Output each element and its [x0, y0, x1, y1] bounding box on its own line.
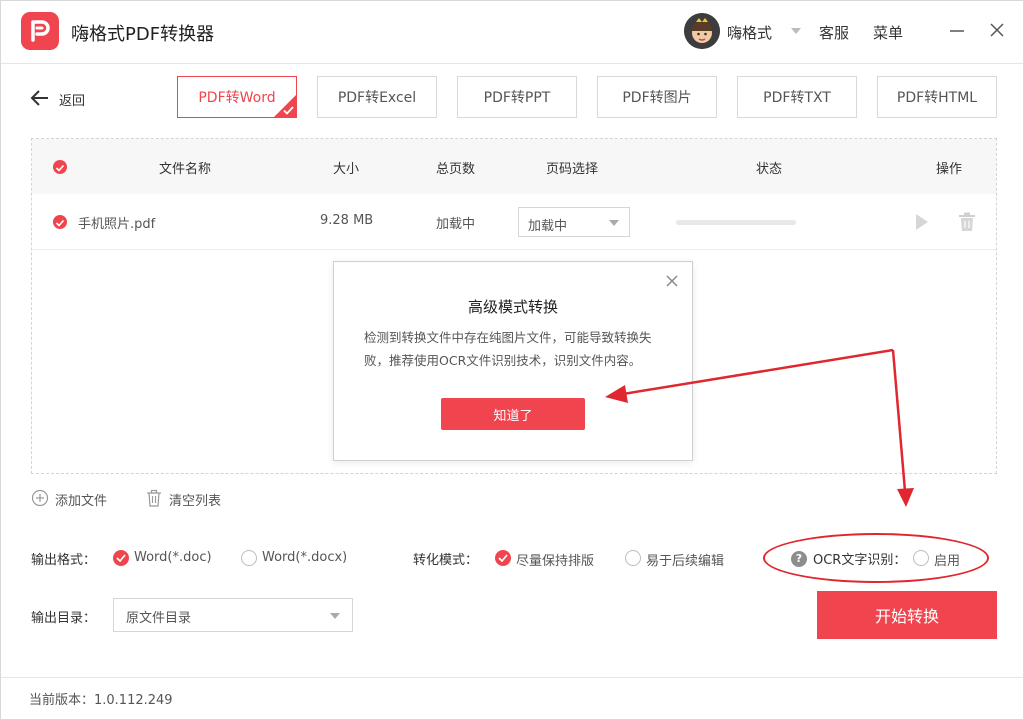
annotation-arrowhead — [897, 488, 914, 507]
tab-label: PDF转TXT — [763, 90, 831, 106]
chevron-down-icon — [330, 613, 340, 619]
output-dir-value: 原文件目录 — [126, 611, 192, 626]
check-icon — [498, 554, 508, 563]
app-logo-icon — [21, 12, 59, 50]
tab-pdf-to-ppt[interactable]: PDF转PPT — [457, 76, 577, 118]
tab-label: PDF转PPT — [483, 90, 551, 106]
output-format-label: 输出格式： — [31, 553, 97, 568]
output-dir-label: 输出目录： — [31, 611, 97, 626]
page-range-select[interactable]: 加载中 — [518, 207, 630, 237]
plus-circle-icon — [31, 489, 49, 507]
advanced-mode-dialog: 高级模式转换 检测到转换文件中存在纯图片文件，可能导致转换失败，推荐使用OCR文… — [333, 261, 693, 461]
conversion-progress-bar — [676, 220, 796, 225]
tab-label: PDF转图片 — [622, 90, 692, 106]
user-name[interactable]: 嗨格式 — [727, 22, 772, 43]
tab-pdf-to-excel[interactable]: PDF转Excel — [317, 76, 437, 118]
service-link[interactable]: 客服 — [819, 22, 849, 43]
table-row: 手机照片.pdf 9.28 MB 加载中 加载中 — [32, 194, 996, 250]
trash-icon — [147, 489, 161, 507]
column-header-name: 文件名称 — [159, 162, 212, 177]
tab-pdf-to-txt[interactable]: PDF转TXT — [737, 76, 857, 118]
close-icon — [990, 23, 1004, 37]
dialog-title: 高级模式转换 — [467, 298, 558, 316]
select-all-checkbox[interactable] — [53, 160, 67, 174]
conversion-mode-label: 转化模式： — [413, 553, 479, 568]
column-header-status: 状态 — [756, 162, 783, 177]
tab-pdf-to-html[interactable]: PDF转HTML — [877, 76, 997, 118]
check-icon — [116, 554, 126, 563]
app-window: 嗨格式PDF转换器 嗨格式 客服 菜单 返回 PDF转Word PDF转Exce… — [0, 0, 1024, 720]
format-doc-radio[interactable] — [113, 550, 129, 566]
title-bar: 嗨格式PDF转换器 嗨格式 客服 菜单 — [1, 1, 1023, 63]
mode-keep-layout-label[interactable]: 尽量保持排版 — [516, 550, 594, 569]
column-header-page-select: 页码选择 — [546, 162, 599, 177]
trash-icon[interactable] — [958, 212, 976, 232]
table-header: 文件名称 大小 总页数 页码选择 状态 操作 — [32, 139, 996, 194]
page-count: 加载中 — [436, 217, 476, 232]
annotation-highlight-ellipse — [763, 533, 989, 583]
column-header-pages: 总页数 — [436, 162, 476, 177]
app-title: 嗨格式PDF转换器 — [71, 24, 215, 45]
avatar[interactable] — [684, 13, 720, 49]
close-window-button[interactable] — [982, 15, 1012, 45]
tab-pdf-to-word[interactable]: PDF转Word — [177, 76, 297, 118]
add-file-label: 添加文件 — [55, 494, 108, 509]
format-docx-radio[interactable] — [241, 550, 257, 566]
divider — [1, 677, 1023, 678]
check-icon — [55, 219, 65, 227]
page-range-value: 加载中 — [528, 219, 568, 234]
divider — [1, 63, 1023, 64]
back-label: 返回 — [59, 94, 86, 109]
minimize-button[interactable] — [942, 15, 972, 45]
tab-label: PDF转Excel — [337, 90, 417, 106]
check-icon — [283, 106, 294, 115]
tab-label: PDF转HTML — [896, 90, 978, 106]
output-dir-select[interactable]: 原文件目录 — [113, 598, 353, 632]
tab-pdf-to-image[interactable]: PDF转图片 — [597, 76, 717, 118]
mode-keep-layout-radio[interactable] — [495, 550, 511, 566]
tab-label: PDF转Word — [198, 90, 276, 106]
row-checkbox[interactable] — [53, 215, 67, 229]
user-menu-caret-icon[interactable] — [791, 28, 801, 34]
chevron-down-icon — [609, 220, 619, 226]
file-size: 9.28 MB — [320, 213, 374, 228]
minimize-icon — [950, 30, 964, 32]
clear-list-label: 清空列表 — [169, 494, 222, 509]
file-name: 手机照片.pdf — [78, 217, 156, 232]
check-icon — [55, 164, 65, 172]
mode-easy-edit-label[interactable]: 易于后续编辑 — [646, 550, 724, 569]
column-header-size: 大小 — [333, 162, 360, 177]
close-icon[interactable] — [664, 273, 680, 289]
dialog-ok-button[interactable]: 知道了 — [441, 398, 585, 430]
column-header-actions: 操作 — [936, 162, 963, 177]
play-icon[interactable] — [914, 212, 930, 232]
arrow-left-icon — [30, 90, 48, 106]
format-doc-label[interactable]: Word(*.doc) — [134, 550, 212, 565]
mode-easy-edit-radio[interactable] — [625, 550, 641, 566]
dialog-message: 检测到转换文件中存在纯图片文件，可能导致转换失败，推荐使用OCR文件识别技术，识… — [364, 330, 652, 368]
menu-link[interactable]: 菜单 — [873, 22, 903, 43]
format-docx-label[interactable]: Word(*.docx) — [262, 550, 347, 565]
version-text: 当前版本：1.0.112.249 — [29, 693, 173, 708]
start-convert-button[interactable]: 开始转换 — [817, 591, 997, 639]
